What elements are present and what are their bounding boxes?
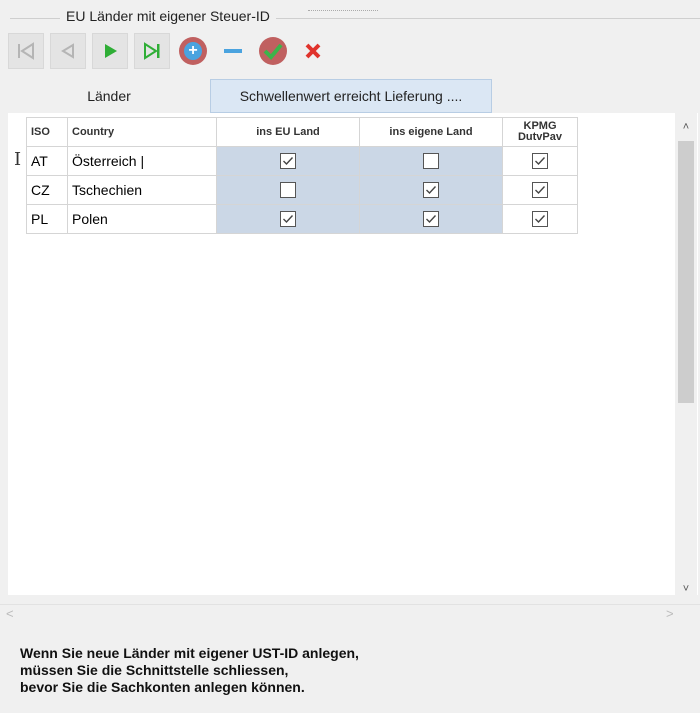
checkmark-icon [426,215,437,224]
checkmark-icon [426,186,437,195]
add-record-button[interactable]: + [176,34,210,68]
first-record-button[interactable] [8,33,44,69]
ins-eu-land-checkbox-cell[interactable] [216,204,360,234]
prev-icon [61,43,74,59]
ins-eu-land-checkbox-cell[interactable] [216,146,360,176]
iso-cell[interactable]: AT [26,146,68,176]
previous-record-button[interactable] [50,33,86,69]
last-record-button[interactable] [134,33,170,69]
last-icon [144,42,160,60]
col-ins-eu-land[interactable]: ins EU Land [216,117,360,147]
table-row[interactable]: CZ Tschechien [26,175,578,205]
checkmark-icon [283,215,294,224]
ins-eigene-land-checkbox-cell[interactable] [359,175,503,205]
delete-record-button[interactable] [216,34,250,68]
iso-cell[interactable]: CZ [26,175,68,205]
ins-eigene-land-checkbox[interactable] [423,211,439,228]
next-icon [105,44,117,58]
x-icon [305,43,321,59]
ins-eu-land-checkbox[interactable] [280,153,296,170]
cancel-record-button[interactable] [296,34,330,68]
table-row[interactable]: PL Polen [26,204,578,234]
ins-eigene-land-checkbox-cell[interactable] [359,204,503,234]
ins-eu-land-checkbox[interactable] [280,182,296,199]
kpmg-checkbox-cell[interactable] [502,175,578,205]
countries-grid[interactable]: I ISO Country ins EU Land ins eigene Lan… [8,113,698,595]
ins-eigene-land-checkbox[interactable] [423,182,439,199]
navigator-toolbar: + [8,30,330,72]
checkmark-icon [535,157,546,166]
checkmark-icon [535,215,546,224]
ins-eu-land-checkbox[interactable] [280,211,296,228]
ins-eigene-land-checkbox[interactable] [423,153,439,170]
scroll-thumb[interactable] [678,141,694,403]
col-ins-eigene-land[interactable]: ins eigene Land [359,117,503,147]
ins-eigene-land-checkbox-cell[interactable] [359,146,503,176]
minus-icon [224,49,242,53]
check-icon [259,37,287,65]
scroll-right-icon[interactable]: > [666,606,674,621]
country-cell[interactable]: Polen [67,204,217,234]
iso-cell[interactable]: PL [26,204,68,234]
checkmark-icon [535,186,546,195]
table-row[interactable]: AT Österreich | [26,146,578,176]
message-line: Wenn Sie neue Länder mit eigener UST-ID … [20,645,359,661]
scroll-left-icon[interactable]: < [6,606,14,621]
kpmg-checkbox-cell[interactable] [502,146,578,176]
kpmg-checkbox-cell[interactable] [502,204,578,234]
first-icon [18,42,34,60]
grip-handle [308,10,378,15]
tab-laender[interactable]: Länder [8,79,210,113]
kpmg-checkbox[interactable] [532,211,548,228]
text-cursor-icon: I [14,149,22,170]
tab-bar: Länder Schwellenwert erreicht Lieferung … [8,79,492,113]
group-title: EU Länder mit eigener Steuer-ID [60,8,276,24]
message-line: bevor Sie die Sachkonten anlegen können. [20,679,305,695]
ins-eu-land-checkbox-cell[interactable] [216,175,360,205]
col-kpmg[interactable]: KPMG DutvPav [502,117,578,147]
kpmg-checkbox[interactable] [532,182,548,199]
col-iso[interactable]: ISO [26,117,68,147]
horizontal-scrollbar[interactable]: < > [0,604,700,623]
kpmg-checkbox[interactable] [532,153,548,170]
col-country[interactable]: Country [67,117,217,147]
scroll-down-icon[interactable]: ˅ [675,579,697,599]
country-cell[interactable]: Tschechien [67,175,217,205]
next-record-button[interactable] [92,33,128,69]
plus-icon: + [179,37,207,65]
scroll-up-icon[interactable]: ˄ [675,117,697,137]
info-message: Wenn Sie neue Länder mit eigener UST-ID … [20,645,359,696]
post-record-button[interactable] [256,34,290,68]
country-cell[interactable]: Österreich | [67,146,217,176]
tab-schwellenwert[interactable]: Schwellenwert erreicht Lieferung .... [210,79,492,113]
message-line: müssen Sie die Schnittstelle schliessen, [20,662,289,678]
vertical-scrollbar[interactable]: ˄ ˅ [675,113,697,601]
checkmark-icon [283,157,294,166]
